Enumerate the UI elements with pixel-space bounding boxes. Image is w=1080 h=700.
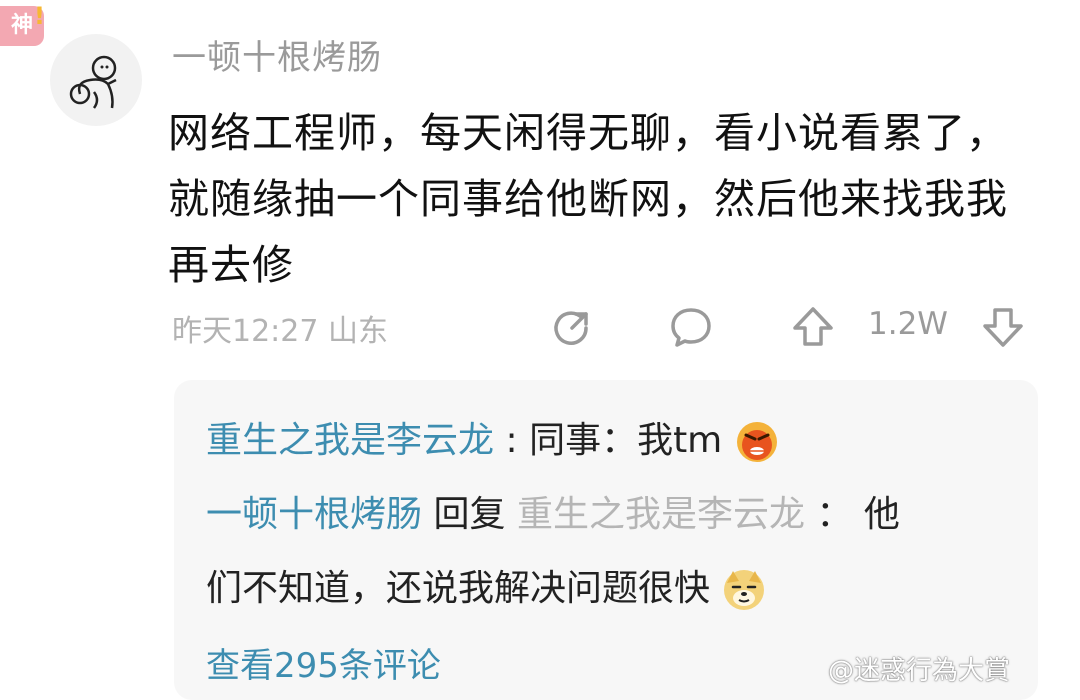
view-more-comments-link[interactable]: 查看295条评论 xyxy=(206,638,441,687)
reply-text-line2: 们不知道，还说我解决问题很快 xyxy=(206,568,711,609)
reply-text-line1: 他 xyxy=(863,494,900,535)
angry-face-emoji xyxy=(734,419,780,465)
post-time: 昨天12:27 xyxy=(172,314,319,349)
comment-icon[interactable] xyxy=(668,304,714,350)
reply-target[interactable]: 重生之我是李云龙 xyxy=(517,494,805,535)
post-location: 山东 xyxy=(328,314,389,349)
watermark: @迷惑行為大賞 xyxy=(828,656,1011,686)
post-content: 网络工程师，每天闲得无聊，看小说看累了，就随缘抽一个同事给他断网，然后他来找我我… xyxy=(168,109,1008,289)
badge-exclamation: ! xyxy=(34,2,45,30)
reply-separator: : xyxy=(505,420,518,461)
badge-label: 神 xyxy=(10,13,33,38)
reply-word: 回复 xyxy=(433,494,506,535)
reply-author[interactable]: 一顿十根烤肠 xyxy=(206,494,422,535)
post-username[interactable]: 一顿十根烤肠 xyxy=(172,30,382,79)
upvote-icon[interactable] xyxy=(790,304,836,350)
reply-author[interactable]: 重生之我是李云龙 xyxy=(206,420,494,461)
reply-item[interactable]: 一顿十根烤肠 回复 重生之我是李云龙 ： 他 xyxy=(206,490,900,540)
reply-separator: ： xyxy=(816,494,853,535)
share-icon[interactable] xyxy=(548,304,594,350)
post-meta: 昨天12:27 山东 xyxy=(172,306,388,350)
downvote-icon[interactable] xyxy=(980,304,1026,350)
avatar[interactable] xyxy=(50,34,142,126)
reply-continuation[interactable]: 们不知道，还说我解决问题很快 xyxy=(206,564,767,614)
like-count: 1.2W xyxy=(868,306,948,342)
reply-text: 同事：我tm xyxy=(529,420,723,461)
reply-item[interactable]: 重生之我是李云龙 : 同事：我tm xyxy=(206,416,780,466)
avatar-drawing xyxy=(69,55,117,109)
doge-emoji xyxy=(721,567,767,613)
